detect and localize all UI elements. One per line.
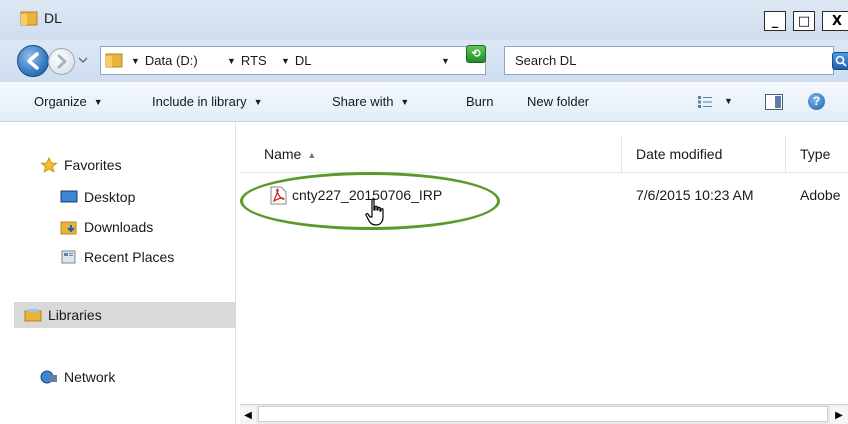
- caret-icon: ▼: [253, 97, 263, 107]
- search-input[interactable]: Search DL: [504, 46, 834, 75]
- organize-button[interactable]: Organize ▼: [34, 94, 103, 109]
- arrow-right-icon: [57, 54, 67, 69]
- breadcrumb-dl[interactable]: ▼ DL: [281, 53, 312, 68]
- close-button[interactable]: X: [822, 11, 848, 31]
- sort-ascending-icon: ▲: [307, 150, 317, 160]
- magnifier-glyph: [835, 55, 847, 67]
- minimize-button[interactable]: _: [764, 11, 786, 31]
- breadcrumb-label: DL: [294, 53, 312, 68]
- address-row: ▼ Data (D:) ▼ RTS ▼ DL ▼ ⟲ Search DL: [0, 40, 848, 82]
- view-dropdown-icon[interactable]: ▼: [724, 96, 733, 106]
- arrow-left-icon: [27, 52, 39, 70]
- back-button[interactable]: [17, 45, 49, 77]
- libraries-icon: [24, 309, 42, 322]
- network-icon: [40, 370, 57, 384]
- include-in-library-label: Include in library: [152, 94, 247, 109]
- share-with-label: Share with: [332, 94, 394, 109]
- desktop-icon: [60, 190, 78, 203]
- scroll-right-arrow-icon[interactable]: ▶: [830, 406, 848, 424]
- scroll-left-arrow-icon[interactable]: ◀: [240, 406, 256, 424]
- organize-label: Organize: [34, 94, 87, 109]
- address-dropdown-icon[interactable]: ▼: [441, 56, 450, 66]
- column-header-label: Date modified: [636, 146, 723, 162]
- caret-icon: ▼: [400, 97, 410, 107]
- downloads-folder-icon: [60, 221, 77, 235]
- nav-label: Recent Places: [84, 249, 175, 265]
- help-icon[interactable]: ?: [808, 93, 825, 110]
- scrollbar-thumb[interactable]: [258, 406, 828, 422]
- chevron-down-icon[interactable]: [78, 55, 88, 65]
- new-folder-button[interactable]: New folder: [527, 94, 589, 109]
- star-icon: [40, 157, 58, 173]
- recent-places-icon: [61, 250, 76, 264]
- breadcrumb-label: Data (D:): [144, 53, 198, 68]
- nav-label: Downloads: [84, 219, 154, 235]
- folder-icon: [20, 11, 38, 26]
- address-bar[interactable]: ▼ Data (D:) ▼ RTS ▼ DL ▼: [100, 46, 486, 75]
- breadcrumb-label: RTS: [240, 53, 267, 68]
- nav-label: Desktop: [84, 189, 136, 205]
- file-date-modified: 7/6/2015 10:23 AM: [636, 187, 754, 203]
- view-options-icon[interactable]: [698, 96, 712, 108]
- column-header-type[interactable]: Type: [786, 136, 848, 172]
- nav-downloads[interactable]: Downloads: [60, 214, 153, 240]
- file-type: Adobe: [800, 187, 841, 203]
- share-with-button[interactable]: Share with ▼: [332, 94, 409, 109]
- command-bar: Organize ▼ Include in library ▼ Share with…: [0, 82, 848, 122]
- refresh-button[interactable]: ⟲: [466, 45, 486, 63]
- nav-desktop[interactable]: Desktop: [60, 184, 135, 210]
- breadcrumb-data-d[interactable]: ▼ Data (D:): [131, 53, 198, 68]
- nav-recent-places[interactable]: Recent Places: [60, 244, 174, 270]
- hand-pointer-icon: [365, 198, 384, 226]
- navigation-pane: Favorites Desktop Downloads Recent Place…: [0, 122, 236, 424]
- preview-pane-icon[interactable]: [765, 94, 783, 110]
- search-icon[interactable]: [832, 52, 848, 70]
- nav-network[interactable]: Network: [40, 364, 115, 390]
- window-title: DL: [44, 10, 62, 26]
- search-placeholder: Search DL: [515, 53, 577, 68]
- breadcrumb-rts[interactable]: ▼ RTS: [227, 53, 267, 68]
- burn-button[interactable]: Burn: [466, 94, 493, 109]
- column-header-date-modified[interactable]: Date modified: [622, 136, 786, 172]
- column-header-label: Name: [264, 146, 302, 162]
- forward-button[interactable]: [48, 48, 75, 75]
- caret-icon: ▼: [281, 56, 290, 66]
- column-header-name[interactable]: Name ▲: [250, 136, 622, 172]
- nav-label: Libraries: [48, 307, 102, 323]
- maximize-button[interactable]: □: [793, 11, 815, 31]
- title-bar: DL _ □ X: [0, 0, 848, 40]
- column-header-label: Type: [800, 146, 831, 162]
- caret-icon: ▼: [227, 56, 236, 66]
- folder-icon: [105, 53, 123, 68]
- nav-favorites[interactable]: Favorites: [40, 152, 122, 178]
- nav-label: Favorites: [64, 157, 122, 173]
- include-in-library-button[interactable]: Include in library ▼: [152, 94, 263, 109]
- caret-icon: ▼: [131, 56, 140, 66]
- caret-icon: ▼: [93, 97, 103, 107]
- explorer-window: DL _ □ X ▼ Data (D:) ▼ RTS ▼ DL ▼ ⟲ Sear…: [0, 0, 848, 424]
- nav-label: Network: [64, 369, 116, 385]
- nav-libraries[interactable]: Libraries: [14, 302, 236, 328]
